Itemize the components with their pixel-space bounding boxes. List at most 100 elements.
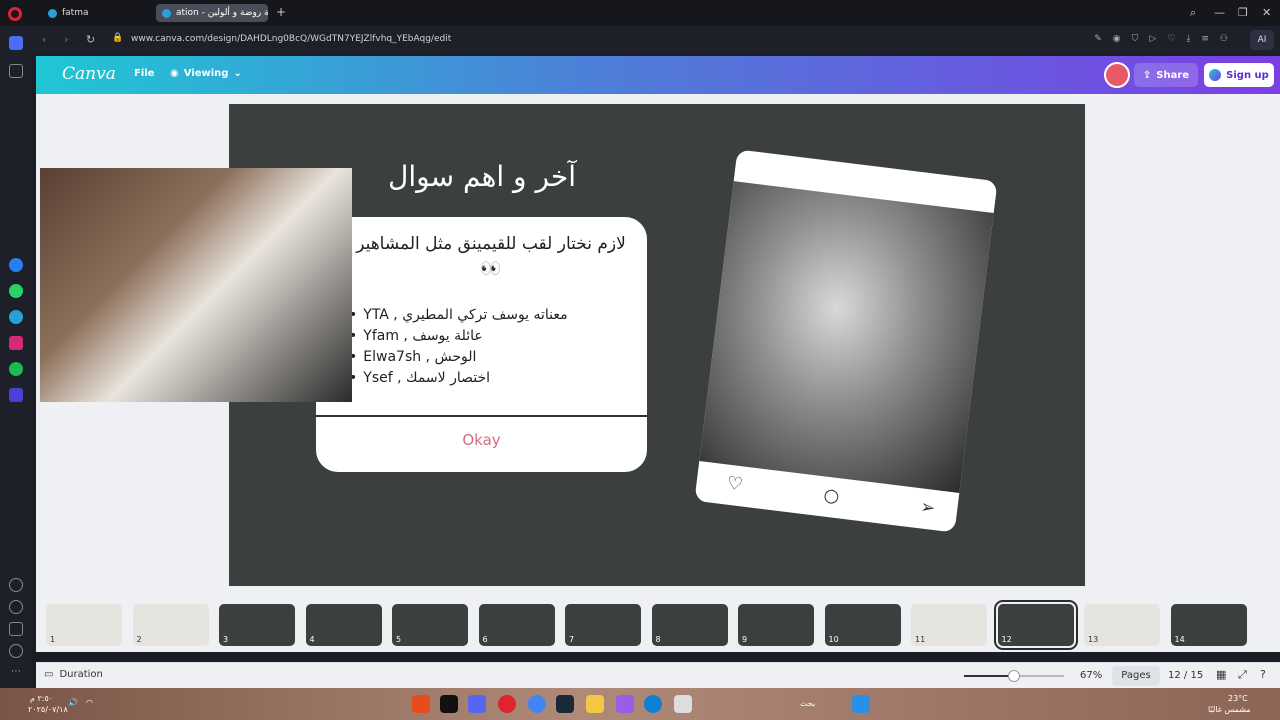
bullet-item: YTA , معناته يوسف تركي المطيري (349, 305, 639, 326)
duration-button[interactable]: ▭ Duration (44, 669, 103, 680)
thumbnail-page[interactable]: 10 (824, 604, 901, 646)
tab-fatma[interactable]: fatma (42, 4, 152, 22)
new-tab-icon[interactable]: + (276, 6, 288, 18)
more-icon[interactable]: ⋯ (9, 666, 23, 680)
share-button[interactable]: ⇪ Share (1134, 63, 1198, 87)
telegram-icon[interactable] (9, 310, 23, 324)
help-icon[interactable]: ? (1260, 668, 1266, 681)
discord-icon[interactable] (468, 695, 486, 713)
fullscreen-icon[interactable]: ⤢ (1238, 668, 1247, 682)
thumbnail-number: 6 (482, 635, 488, 644)
thumbnail-page[interactable]: 8 (651, 604, 728, 646)
edge-icon[interactable] (644, 695, 662, 713)
back-icon[interactable]: ‹ (42, 33, 46, 46)
question-text: لازم نختار لقب للقيمينق مثل المشاهير 👀 (356, 234, 626, 279)
zoom-slider-handle[interactable] (1008, 670, 1020, 682)
pages-button[interactable]: Pages (1112, 666, 1160, 686)
steam-icon[interactable] (556, 695, 574, 713)
okay-button[interactable]: Okay (316, 431, 647, 449)
thumbnail-page[interactable]: 4 (305, 604, 382, 646)
bottom-control-bar: ▭ Duration 67% Pages 12 / 15 ▦ ⤢ ? (36, 662, 1280, 688)
grid-view-icon[interactable]: ▦ (1216, 668, 1226, 681)
file-menu[interactable]: File (134, 68, 154, 79)
thumbnail-number: 1 (50, 635, 56, 644)
reload-icon[interactable]: ↻ (86, 33, 95, 46)
home-icon[interactable] (9, 36, 23, 50)
maximize-icon[interactable]: ❐ (1238, 6, 1248, 19)
shield-icon[interactable]: ⛉ (1132, 34, 1139, 44)
history-icon[interactable] (9, 600, 23, 614)
slide[interactable]: آخر و اهم سوال لازم نختار لقب للقيمينق م… (229, 104, 1085, 586)
address-actions: ✎ ◉ ⛉ ▷ ♡ ⤓ ≡ ⚇ (1094, 34, 1228, 44)
app-icon[interactable] (674, 695, 692, 713)
profile-icon[interactable]: ⚇ (1220, 34, 1228, 44)
thumbnail-page[interactable]: 1 (46, 604, 122, 646)
camera-icon[interactable]: ◉ (1113, 34, 1121, 44)
bullet-item: Elwa7sh , الوحش (349, 347, 639, 368)
windows-start-icon[interactable] (852, 695, 870, 713)
search-tabs-icon[interactable]: ⌕ (1190, 6, 1196, 20)
taskbar-app-icon[interactable] (412, 695, 430, 713)
whatsapp-icon[interactable] (9, 284, 23, 298)
thumbnail-page[interactable]: 5 (392, 604, 468, 646)
ai-button[interactable]: AI (1250, 30, 1274, 50)
edit-icon[interactable]: ✎ (1094, 34, 1102, 44)
bullet-item: Ysef , اختصار لاسمك (349, 368, 639, 389)
thumbnail-page[interactable]: 14 (1170, 604, 1247, 646)
viewing-menu[interactable]: ◉ Viewing ⌄ (170, 68, 242, 79)
canva-logo[interactable]: Canva (62, 64, 116, 84)
tips-icon[interactable] (9, 644, 23, 658)
thumbnail-page[interactable]: 11 (911, 604, 987, 646)
forward-icon[interactable]: › (64, 33, 68, 46)
question-card: لازم نختار لقب للقيمينق مثل المشاهير 👀 Y… (316, 217, 647, 472)
tab-label: fatma (62, 8, 89, 18)
thumbnail-page[interactable]: 9 (738, 604, 814, 646)
play-icon[interactable]: ▷ (1149, 34, 1156, 44)
download-icon[interactable]: ⤓ (1186, 34, 1190, 44)
avatar[interactable] (1104, 62, 1130, 88)
clock-date[interactable]: ٢٠٢٥/٠٧/١٨ (28, 705, 68, 714)
thumbnail-page[interactable]: 2 (132, 604, 209, 646)
minimize-icon[interactable]: — (1214, 6, 1225, 19)
tiktok-icon[interactable] (440, 695, 458, 713)
thumbnail-page[interactable]: 12 (993, 600, 1078, 650)
wifi-icon[interactable]: ◠ (86, 698, 93, 707)
messenger-icon[interactable] (9, 258, 23, 272)
heart-sidebar-icon[interactable] (9, 578, 23, 592)
lock-icon: 🔒 (112, 33, 124, 43)
thumbnail-page[interactable]: 7 (565, 604, 641, 646)
settings-icon[interactable] (9, 622, 23, 636)
signup-button[interactable]: Sign up (1204, 63, 1274, 87)
zoom-value[interactable]: 67% (1080, 670, 1102, 681)
volume-icon[interactable]: 🔊 (68, 698, 78, 707)
tab-canva-active[interactable]: ation - فعالية روضة و ألولين (156, 4, 268, 22)
bookmark-heart-icon[interactable]: ♡ (1167, 34, 1175, 44)
folder-icon[interactable] (586, 695, 604, 713)
clock-time[interactable]: ٢:٥٠ م (30, 694, 53, 703)
thumbnail-number: 3 (223, 635, 229, 644)
spotify-icon[interactable] (9, 362, 23, 376)
thumbnail-number: 8 (655, 635, 661, 644)
chrome-icon[interactable] (528, 695, 546, 713)
weather-temp[interactable]: 23°C (1228, 694, 1248, 703)
menu-icon[interactable]: ≡ (1201, 34, 1209, 44)
thumbnail-page[interactable]: 13 (1084, 604, 1160, 646)
search-label[interactable]: بحث (800, 699, 815, 708)
url-field[interactable]: www.canva.com/design/DAHDLng0BcQ/WGdTN7Y… (131, 34, 451, 44)
opera-logo-icon[interactable] (8, 7, 22, 21)
chevron-down-icon: ⌄ (233, 68, 242, 79)
instagram-icon[interactable] (9, 336, 23, 350)
thumbnail-page[interactable]: 6 (478, 604, 555, 646)
instagram-post-frame: ♡ ○ ➢ (694, 149, 998, 533)
opera-taskbar-icon[interactable] (498, 695, 516, 713)
close-icon[interactable]: ✕ (1262, 6, 1271, 19)
thumbnail-page[interactable]: 3 (219, 604, 295, 646)
star-icon[interactable] (9, 64, 23, 78)
app-icon[interactable] (616, 695, 634, 713)
zoom-slider[interactable] (964, 670, 1064, 682)
canva-header: Canva File ◉ Viewing ⌄ ⇪ Share Sign up (36, 56, 1280, 94)
weather-desc[interactable]: مشمس غالبًا (1208, 705, 1251, 714)
thumbnail-number: 5 (396, 635, 402, 644)
thumbnail-number: 4 (309, 635, 315, 644)
player-icon[interactable] (9, 388, 23, 402)
